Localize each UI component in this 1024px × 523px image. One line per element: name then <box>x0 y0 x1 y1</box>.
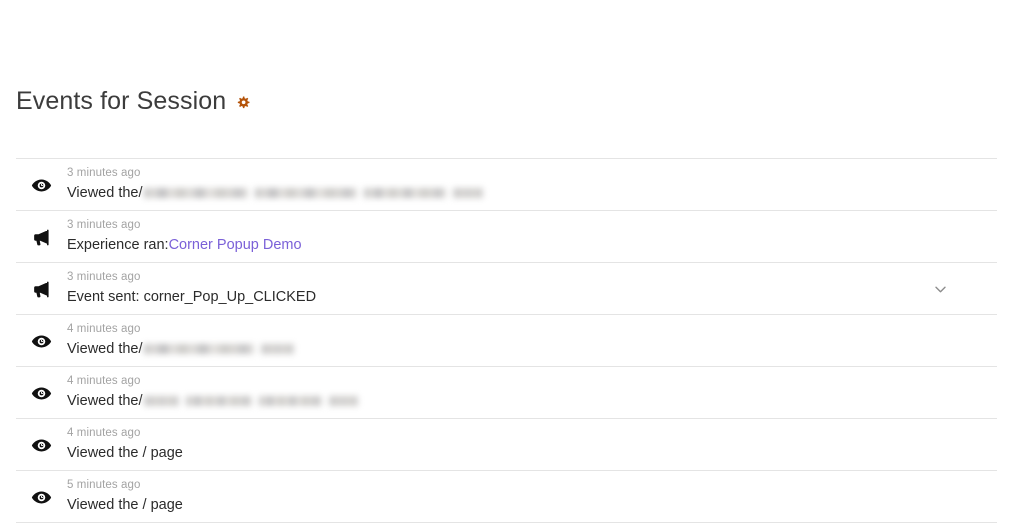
redacted-page-name <box>143 183 490 198</box>
event-body: 3 minutes ago Event sent: corner_Pop_Up_C… <box>67 270 927 308</box>
event-description: Experience ran: Corner Popup Demo <box>67 235 927 256</box>
event-description: Viewed the / page <box>67 443 927 464</box>
event-timestamp: 3 minutes ago <box>67 219 141 231</box>
eye-icon <box>29 381 53 405</box>
chevron-down-icon[interactable] <box>930 279 950 299</box>
event-body: 5 minutes ago Viewed the / page <box>67 478 927 516</box>
eye-icon <box>29 433 53 457</box>
event-description: Viewed the / page <box>67 495 927 516</box>
eye-icon <box>29 329 53 353</box>
event-description-text: Viewed the / page <box>67 445 183 461</box>
event-row[interactable]: 3 minutes ago Viewed the / <box>16 158 997 210</box>
event-timestamp: 3 minutes ago <box>67 167 141 179</box>
event-description-text: Viewed the / page <box>67 497 183 513</box>
event-row[interactable]: 4 minutes ago Viewed the / <box>16 366 997 418</box>
event-description: Event sent: corner_Pop_Up_CLICKED <box>67 287 927 308</box>
event-description: Viewed the / <box>67 391 927 412</box>
event-timestamp: 4 minutes ago <box>67 375 141 387</box>
events-for-session-panel: Events for Session 3 minutes ago Viewed t… <box>0 0 1024 523</box>
event-timestamp: 5 minutes ago <box>67 479 141 491</box>
eye-icon <box>29 485 53 509</box>
gear-icon[interactable] <box>236 96 250 110</box>
event-timestamp: 4 minutes ago <box>67 427 141 439</box>
event-list: 3 minutes ago Viewed the / 3 minutes ago Ex… <box>16 158 997 523</box>
event-body: 4 minutes ago Viewed the / page <box>67 426 927 464</box>
event-description-text: Viewed the <box>67 185 139 201</box>
page-header: Events for Session <box>16 84 250 118</box>
path-slash: / <box>138 341 143 357</box>
path-slash: / <box>138 185 143 201</box>
event-description-text: Event sent: corner_Pop_Up_CLICKED <box>67 289 317 305</box>
page-title: Events for Session <box>16 87 227 115</box>
event-body: 3 minutes ago Experience ran: Corner Popu… <box>67 218 927 256</box>
event-body: 4 minutes ago Viewed the / <box>67 374 927 412</box>
event-row[interactable]: 4 minutes ago Viewed the / page <box>16 418 997 470</box>
event-description-text: Viewed the <box>67 341 139 357</box>
event-description-text: Experience ran: <box>67 237 169 253</box>
event-description: Viewed the / <box>67 339 927 360</box>
experience-link[interactable]: Corner Popup Demo <box>169 235 302 256</box>
event-body: 4 minutes ago Viewed the / <box>67 322 927 360</box>
event-description-text: Viewed the <box>67 393 139 409</box>
redacted-page-name <box>143 339 301 354</box>
event-timestamp: 4 minutes ago <box>67 323 141 335</box>
event-description: Viewed the / <box>67 183 927 204</box>
eye-icon <box>29 173 53 197</box>
event-body: 3 minutes ago Viewed the / <box>67 166 927 204</box>
redacted-page-name <box>143 391 365 406</box>
megaphone-icon <box>29 277 53 301</box>
event-row[interactable]: 5 minutes ago Viewed the / page <box>16 470 997 522</box>
event-timestamp: 3 minutes ago <box>67 271 141 283</box>
path-slash: / <box>138 393 143 409</box>
megaphone-icon <box>29 225 53 249</box>
event-row[interactable]: 3 minutes ago Experience ran: Corner Popu… <box>16 210 997 262</box>
event-row[interactable]: 4 minutes ago Viewed the / <box>16 314 997 366</box>
event-row[interactable]: 3 minutes ago Event sent: corner_Pop_Up_C… <box>16 262 997 314</box>
